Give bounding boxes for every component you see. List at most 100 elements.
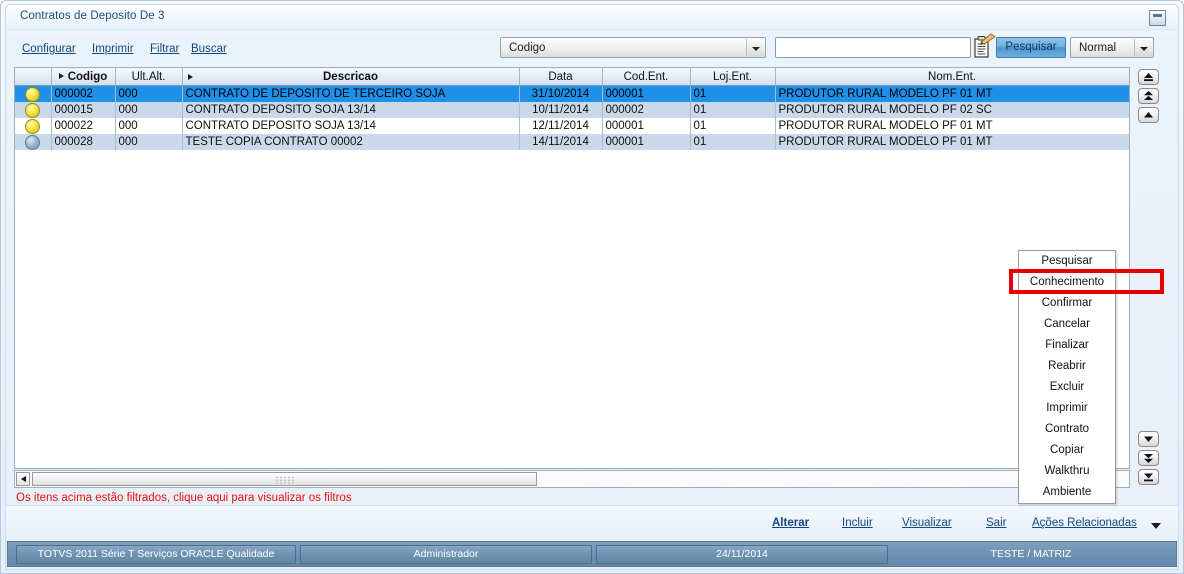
status-date-label: 24/11/2014 — [596, 545, 888, 564]
records-grid[interactable]: Codigo Ult.Alt. Descricao Data Cod.Ent. … — [14, 67, 1130, 469]
alterar-link[interactable]: Alterar — [772, 517, 809, 529]
acoes-relacionadas-menu[interactable]: Pesquisar Conhecimento Confirmar Cancela… — [1018, 250, 1116, 504]
cell-descricao: TESTE COPIA CONTRATO 00002 — [182, 134, 520, 150]
status-bar: TOTVS 2011 Série T Serviços ORACLE Quali… — [7, 541, 1177, 567]
filter-note[interactable]: Os itens acima estão filtrados, clique a… — [16, 492, 352, 504]
column-header-data[interactable]: Data — [519, 68, 603, 86]
row-status-cell — [15, 134, 52, 150]
status-blue-icon — [25, 135, 41, 150]
mode-combo[interactable]: Normal — [1070, 37, 1154, 58]
cell-data: 10/11/2014 — [519, 102, 603, 118]
status-company-label: TESTE / MATRIZ — [990, 548, 1072, 560]
cell-lojent: 01 — [690, 118, 776, 134]
cell-nument: PRODUTOR RURAL MODELO PF 02 SC — [775, 102, 1129, 118]
sort-marker-icon — [58, 73, 64, 80]
last-page-icon — [1144, 473, 1153, 482]
status-system-label: TOTVS 2011 Série T Serviços ORACLE Quali… — [16, 545, 296, 564]
action-bar: Alterar Incluir Visualizar Sair Ações Re… — [6, 505, 1178, 538]
table-row[interactable]: 000028 000 TESTE COPIA CONTRATO 00002 14… — [15, 134, 1129, 150]
menu-item-finalizar[interactable]: Finalizar — [1019, 335, 1115, 356]
cell-codent: 000001 — [602, 118, 691, 134]
restore-window-button[interactable] — [1149, 10, 1166, 26]
imprimir-link[interactable]: Imprimir — [92, 43, 134, 55]
column-header-ultalt[interactable]: Ult.Alt. — [115, 68, 183, 86]
menu-item-imprimir[interactable]: Imprimir — [1019, 398, 1115, 419]
column-header-status[interactable] — [15, 68, 52, 86]
menu-item-confirmar[interactable]: Confirmar — [1019, 293, 1115, 314]
cell-ultalt: 000 — [115, 134, 183, 150]
last-page-button[interactable] — [1138, 469, 1159, 485]
column-header-descricao-label: Descricao — [323, 70, 378, 83]
filtrar-link[interactable]: Filtrar — [150, 43, 179, 55]
prev-record-button[interactable] — [1138, 107, 1159, 123]
cell-ultalt: 000 — [115, 85, 183, 102]
cell-lojent: 01 — [690, 134, 776, 150]
chevron-down-icon[interactable] — [1151, 523, 1161, 529]
cell-nument: PRODUTOR RURAL MODELO PF 01 MT — [775, 134, 1129, 150]
menu-item-excluir[interactable]: Excluir — [1019, 377, 1115, 398]
column-header-nument[interactable]: Nom.Ent. — [775, 68, 1129, 86]
column-header-lojent[interactable]: Loj.Ent. — [690, 68, 776, 86]
title-bar: Contratos de Deposito De 3 — [6, 5, 1178, 31]
menu-item-contrato[interactable]: Contrato — [1019, 419, 1115, 440]
cell-nument: PRODUTOR RURAL MODELO PF 01 MT — [775, 85, 1129, 102]
records-table: Codigo Ult.Alt. Descricao Data Cod.Ent. … — [15, 68, 1129, 150]
menu-item-ambiente[interactable]: Ambiente — [1019, 482, 1115, 503]
status-yellow-icon — [25, 103, 41, 118]
next-page-button[interactable] — [1138, 450, 1159, 466]
cell-codent: 000001 — [602, 85, 691, 102]
cell-data: 14/11/2014 — [519, 134, 603, 150]
cell-data: 31/10/2014 — [519, 85, 603, 102]
cell-ultalt: 000 — [115, 118, 183, 134]
status-user-label: Administrador — [300, 545, 592, 564]
search-field-combo[interactable]: Codigo — [500, 37, 766, 58]
prev-page-button[interactable] — [1138, 88, 1159, 104]
restore-icon — [1153, 14, 1162, 17]
triangle-left-icon — [21, 476, 26, 482]
visualizar-link[interactable]: Visualizar — [902, 517, 952, 529]
menu-item-walkthru[interactable]: Walkthru — [1019, 461, 1115, 482]
pesquisar-button[interactable]: Pesquisar — [996, 37, 1066, 58]
first-page-icon — [1144, 73, 1153, 81]
row-status-cell — [15, 102, 52, 118]
column-header-codigo[interactable]: Codigo — [51, 68, 116, 86]
mode-combo-arrow-box[interactable] — [1134, 39, 1152, 56]
cell-codent: 000001 — [602, 134, 691, 150]
chevron-down-icon — [752, 47, 760, 51]
search-field-combo-arrow-box[interactable] — [746, 39, 764, 56]
triangle-up-icon — [1144, 112, 1153, 118]
buscar-link[interactable]: Buscar — [191, 43, 227, 55]
sair-link[interactable]: Sair — [986, 517, 1006, 529]
table-row[interactable]: 000015 000 CONTRATO DEPOSITO SOJA 13/14 … — [15, 102, 1129, 118]
cell-descricao: CONTRATO DEPOSITO SOJA 13/14 — [182, 102, 520, 118]
menu-item-cancelar[interactable]: Cancelar — [1019, 314, 1115, 335]
configurar-link[interactable]: Configurar — [22, 43, 76, 55]
h-scroll-thumb[interactable] — [32, 472, 537, 486]
application-window: Contratos de Deposito De 3 Configurar Im… — [0, 0, 1184, 574]
window-title: Contratos de Deposito De 3 — [20, 10, 165, 22]
menu-item-copiar[interactable]: Copiar — [1019, 440, 1115, 461]
clipboard-pencil-icon[interactable] — [972, 33, 996, 60]
menu-item-reabrir[interactable]: Reabrir — [1019, 356, 1115, 377]
table-row[interactable]: 000002 000 CONTRATO DE DEPOSITO DE TERCE… — [15, 85, 1129, 102]
first-page-button[interactable] — [1138, 69, 1159, 85]
cell-codent: 000002 — [602, 102, 691, 118]
menu-item-conhecimento[interactable]: Conhecimento — [1019, 272, 1115, 293]
cell-descricao: CONTRATO DEPOSITO SOJA 13/14 — [182, 118, 520, 134]
table-row[interactable]: 000022 000 CONTRATO DEPOSITO SOJA 13/14 … — [15, 118, 1129, 134]
triangle-down-icon — [1144, 436, 1153, 442]
incluir-link[interactable]: Incluir — [842, 517, 873, 529]
cell-codigo: 000002 — [51, 85, 116, 102]
horizontal-scrollbar[interactable] — [14, 470, 1130, 488]
column-header-codent[interactable]: Cod.Ent. — [602, 68, 691, 86]
search-input[interactable] — [775, 37, 971, 58]
search-field-combo-value: Codigo — [509, 42, 546, 54]
scroll-left-button[interactable] — [16, 472, 30, 486]
cell-ultalt: 000 — [115, 102, 183, 118]
column-header-descricao[interactable]: Descricao — [182, 68, 520, 86]
menu-item-pesquisar[interactable]: Pesquisar — [1019, 251, 1115, 272]
next-page-icon — [1144, 454, 1153, 463]
acoes-relacionadas-link[interactable]: Ações Relacionadas — [1032, 517, 1137, 529]
next-record-button[interactable] — [1138, 431, 1159, 447]
cell-nument: PRODUTOR RURAL MODELO PF 01 MT — [775, 118, 1129, 134]
